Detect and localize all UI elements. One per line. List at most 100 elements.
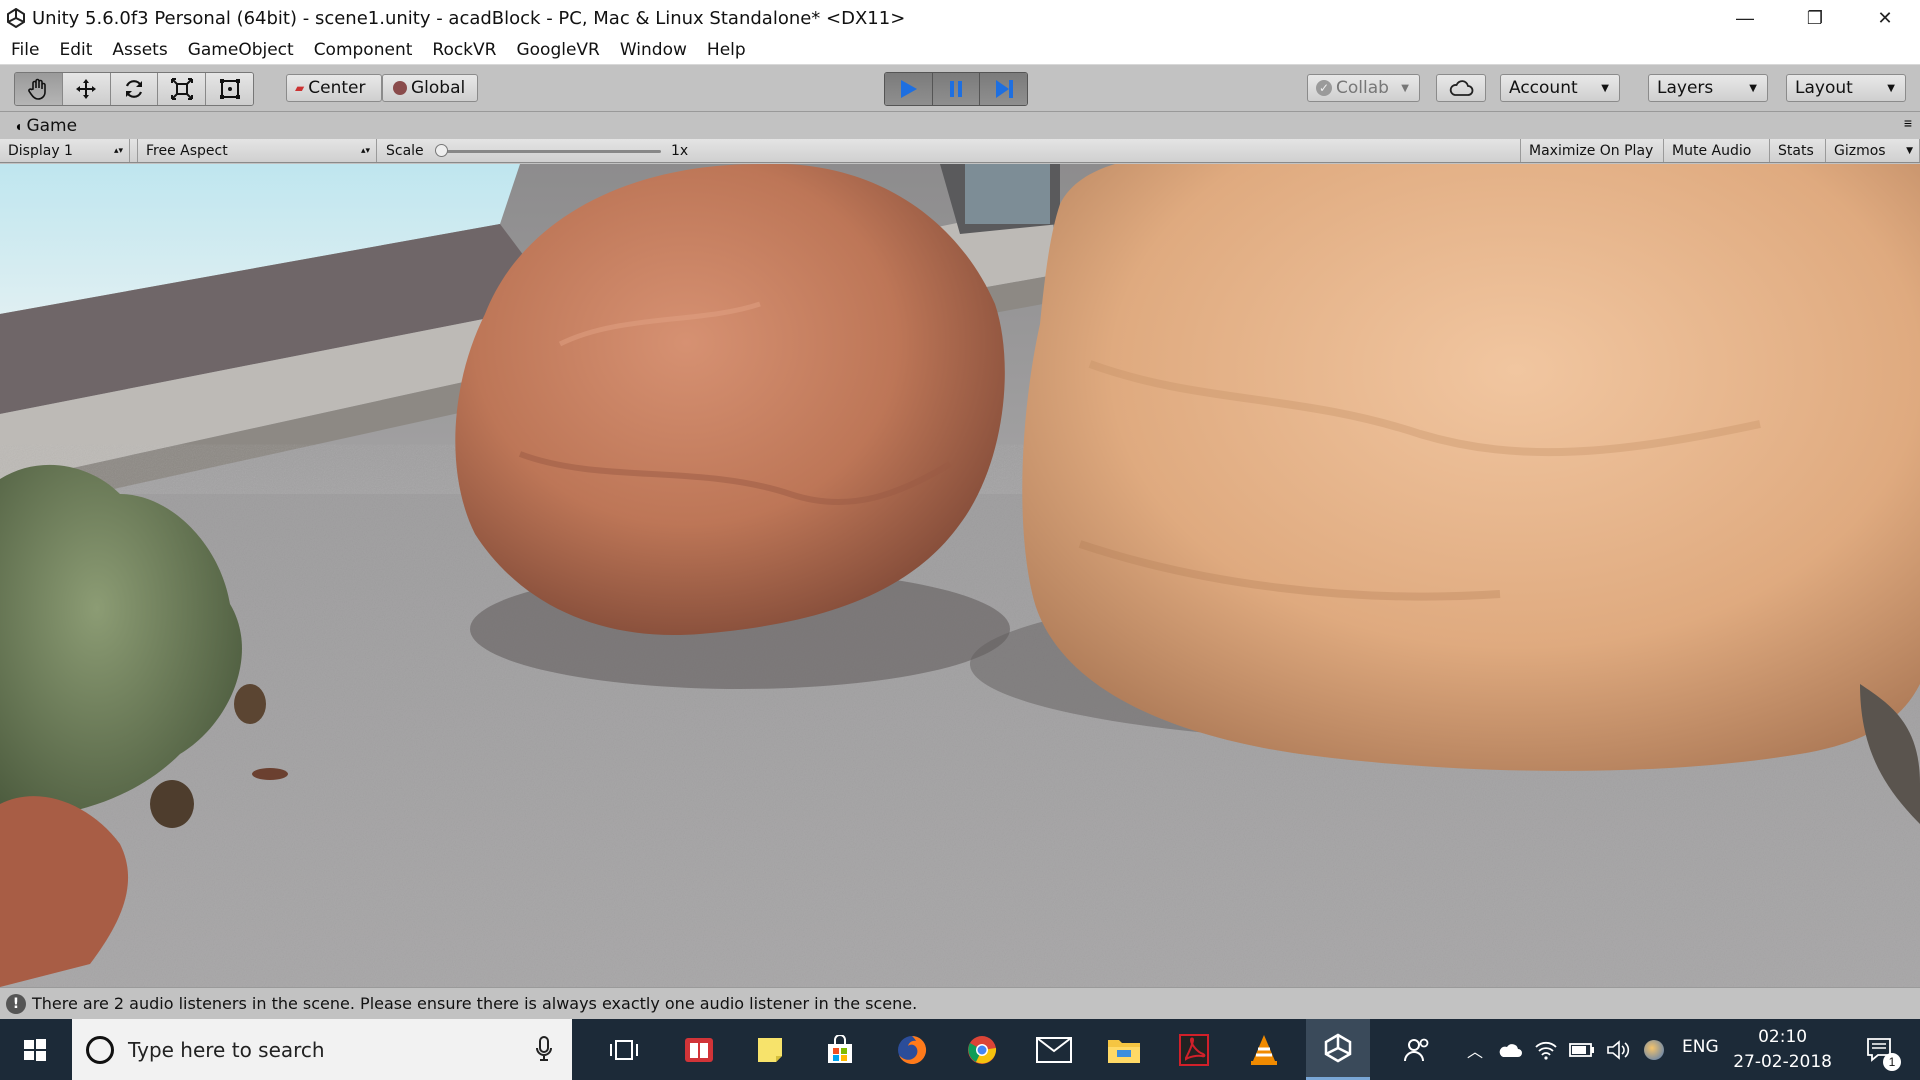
move-tool-button[interactable] bbox=[62, 73, 111, 105]
scale-value: 1x bbox=[671, 142, 689, 159]
menu-component[interactable]: Component bbox=[303, 40, 422, 60]
dropdown-caret-icon: ▼ bbox=[1401, 82, 1409, 94]
unity-icon bbox=[1324, 1033, 1352, 1063]
taskbar-app-mail[interactable] bbox=[1028, 1019, 1080, 1080]
volume-tray-icon[interactable] bbox=[1602, 1019, 1634, 1080]
updown-arrows-icon: ▴▾ bbox=[360, 145, 370, 156]
game-tab[interactable]: ◖ Game ≡ bbox=[0, 113, 1920, 139]
notification-count-badge: 1 bbox=[1883, 1053, 1901, 1071]
main-toolbar: ▰ Center Global ✓ Collab ▼ Account ▼ Lay… bbox=[0, 65, 1920, 112]
scene-render bbox=[0, 164, 1920, 987]
taskbar-app-chrome[interactable] bbox=[956, 1019, 1008, 1080]
input-language[interactable]: ENG bbox=[1682, 1037, 1719, 1057]
rotate-tool-button[interactable] bbox=[110, 73, 159, 105]
taskbar-app-unity[interactable] bbox=[1306, 1019, 1370, 1080]
console-status-bar[interactable]: ! There are 2 audio listeners in the sce… bbox=[0, 987, 1920, 1019]
people-button[interactable] bbox=[1396, 1019, 1440, 1080]
taskbar-clock[interactable]: 02:10 27-02-2018 bbox=[1733, 1025, 1832, 1075]
account-label: Account bbox=[1509, 78, 1578, 98]
task-view-button[interactable] bbox=[598, 1019, 650, 1080]
taskbar-app-acrobat[interactable] bbox=[1168, 1019, 1220, 1080]
game-viewport[interactable] bbox=[0, 164, 1920, 987]
window-title: Unity 5.6.0f3 Personal (64bit) - scene1.… bbox=[32, 7, 906, 29]
status-message: There are 2 audio listeners in the scene… bbox=[32, 994, 918, 1013]
scale-tool-button[interactable] bbox=[158, 73, 207, 105]
taskbar-app-vlc[interactable] bbox=[1238, 1019, 1290, 1080]
mute-audio-toggle[interactable]: Mute Audio bbox=[1664, 139, 1770, 162]
collab-button[interactable]: ✓ Collab ▼ bbox=[1307, 74, 1420, 102]
cortana-icon bbox=[86, 1035, 114, 1064]
pivot-icon: ▰ bbox=[295, 81, 305, 95]
windows-taskbar: Type here to search ︿ ENG 02:10 27-02-20… bbox=[0, 1019, 1920, 1080]
playback-controls bbox=[884, 72, 1028, 106]
transform-tools bbox=[14, 72, 254, 106]
onedrive-tray-icon[interactable] bbox=[1494, 1019, 1526, 1080]
game-controller-icon: ◖ bbox=[14, 118, 23, 134]
aspect-dropdown[interactable]: Free Aspect ▴▾ bbox=[137, 139, 377, 162]
microphone-icon[interactable] bbox=[536, 1036, 552, 1067]
display-dropdown[interactable]: Display 1 ▴▾ bbox=[0, 139, 130, 162]
hand-icon bbox=[28, 78, 47, 100]
panel-menu-icon[interactable]: ≡ bbox=[1904, 115, 1912, 131]
weather-tray-icon[interactable] bbox=[1638, 1019, 1670, 1080]
taskbar-app-sticky-notes[interactable] bbox=[746, 1019, 794, 1080]
chevron-up-icon: ︿ bbox=[1466, 1043, 1483, 1061]
windows-logo-icon bbox=[24, 1038, 46, 1061]
minimize-button[interactable]: — bbox=[1710, 0, 1780, 36]
game-tab-label: Game bbox=[26, 116, 78, 136]
space-global-button[interactable]: Global bbox=[382, 74, 478, 102]
wifi-tray-icon[interactable] bbox=[1530, 1019, 1562, 1080]
maximize-button[interactable]: ❐ bbox=[1780, 0, 1850, 36]
hand-tool-button[interactable] bbox=[15, 73, 63, 105]
menu-file[interactable]: File bbox=[0, 40, 48, 60]
aspect-label: Free Aspect bbox=[146, 142, 228, 159]
show-hidden-icons-button[interactable]: ︿ bbox=[1460, 1019, 1490, 1080]
scale-slider-track[interactable] bbox=[441, 150, 661, 153]
book-app-icon bbox=[685, 1037, 713, 1062]
taskbar-app-file-explorer[interactable] bbox=[1098, 1019, 1150, 1080]
menu-rockvr[interactable]: RockVR bbox=[421, 40, 505, 60]
battery-icon bbox=[1569, 1042, 1594, 1057]
menu-edit[interactable]: Edit bbox=[48, 40, 101, 60]
menu-assets[interactable]: Assets bbox=[101, 40, 176, 60]
layout-dropdown[interactable]: Layout ▼ bbox=[1786, 74, 1906, 102]
mail-icon bbox=[1036, 1036, 1072, 1063]
scale-label: Scale bbox=[386, 142, 424, 159]
battery-tray-icon[interactable] bbox=[1566, 1019, 1598, 1080]
menu-gameobject[interactable]: GameObject bbox=[177, 40, 303, 60]
play-button[interactable] bbox=[885, 73, 933, 105]
dropdown-caret-icon: ▼ bbox=[1887, 82, 1895, 94]
layers-dropdown[interactable]: Layers ▼ bbox=[1648, 74, 1768, 102]
space-label: Global bbox=[411, 78, 466, 98]
start-button[interactable] bbox=[0, 1019, 70, 1080]
pivot-center-button[interactable]: ▰ Center bbox=[286, 74, 382, 102]
account-dropdown[interactable]: Account ▼ bbox=[1500, 74, 1620, 102]
rotate-icon bbox=[125, 80, 143, 98]
scale-icon bbox=[170, 78, 193, 100]
menu-window[interactable]: Window bbox=[609, 40, 696, 60]
menu-help[interactable]: Help bbox=[696, 40, 755, 60]
step-button[interactable] bbox=[980, 73, 1027, 105]
scale-slider-knob[interactable] bbox=[435, 144, 448, 157]
stats-toggle[interactable]: Stats bbox=[1770, 139, 1826, 162]
dropdown-caret-icon: ▼ bbox=[1601, 82, 1609, 94]
chrome-icon bbox=[968, 1035, 997, 1064]
gizmos-dropdown[interactable]: Gizmos ▼ bbox=[1826, 139, 1920, 162]
cloud-button[interactable] bbox=[1436, 74, 1486, 102]
rect-tool-button[interactable] bbox=[206, 73, 253, 105]
menu-bar: File Edit Assets GameObject Component Ro… bbox=[0, 36, 1920, 65]
action-center-button[interactable]: 1 bbox=[1850, 1019, 1910, 1080]
layout-label: Layout bbox=[1795, 78, 1853, 98]
taskbar-app-firefox[interactable] bbox=[886, 1019, 938, 1080]
display-label: Display 1 bbox=[8, 142, 73, 159]
pause-button[interactable] bbox=[932, 73, 981, 105]
pause-icon bbox=[950, 81, 962, 97]
menu-googlevr[interactable]: GoogleVR bbox=[505, 40, 608, 60]
taskbar-search-box[interactable]: Type here to search bbox=[72, 1019, 572, 1080]
collab-label: Collab bbox=[1336, 78, 1389, 98]
taskbar-app-reader[interactable] bbox=[675, 1019, 723, 1080]
clock-date: 27-02-2018 bbox=[1733, 1052, 1832, 1072]
close-button[interactable]: ✕ bbox=[1850, 0, 1920, 36]
taskbar-app-store[interactable] bbox=[816, 1019, 864, 1080]
maximize-on-play-toggle[interactable]: Maximize On Play bbox=[1520, 139, 1664, 162]
